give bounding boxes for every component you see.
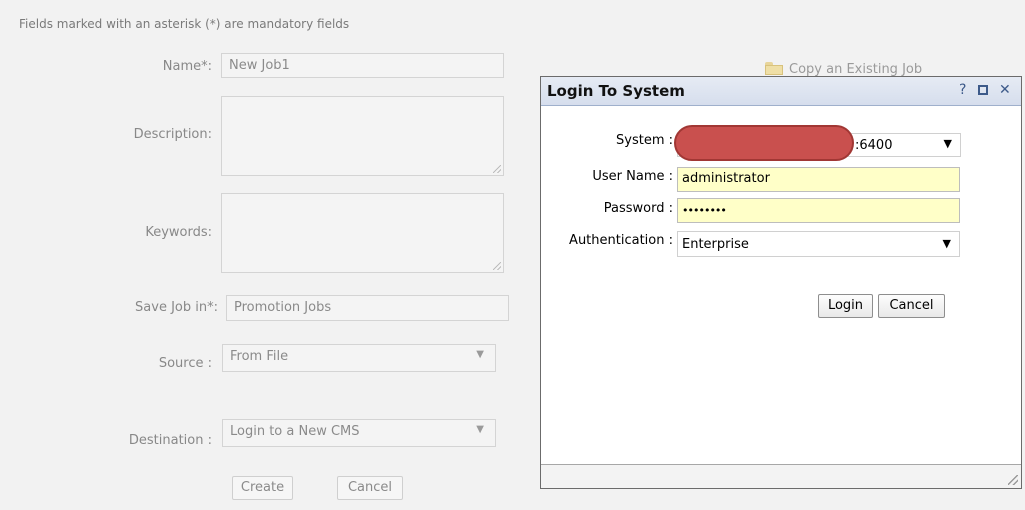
mandatory-fields-note: Fields marked with an asterisk (*) are m… xyxy=(19,17,350,31)
chevron-down-icon: ▼ xyxy=(476,349,484,360)
name-label: Name*: xyxy=(162,59,212,74)
resize-grip-icon[interactable] xyxy=(493,165,501,173)
dialog-cancel-button[interactable]: Cancel xyxy=(878,294,945,318)
create-button[interactable]: Create xyxy=(232,476,293,500)
system-label: System : xyxy=(616,133,673,148)
dialog-title: Login To System xyxy=(547,82,685,100)
source-label: Source : xyxy=(158,356,212,371)
destination-select[interactable]: Login to a New CMS ▼ xyxy=(222,419,496,447)
chevron-down-icon: ▼ xyxy=(943,137,952,150)
chevron-down-icon: ▼ xyxy=(942,237,951,250)
copy-existing-job-link[interactable]: Copy an Existing Job xyxy=(765,62,922,77)
destination-value: Login to a New CMS xyxy=(230,424,360,439)
help-icon[interactable]: ? xyxy=(959,82,966,98)
keywords-label: Keywords: xyxy=(145,225,212,240)
login-button[interactable]: Login xyxy=(818,294,873,318)
source-value: From File xyxy=(230,349,289,364)
redaction-mark xyxy=(674,125,854,161)
username-label: User Name : xyxy=(592,169,673,184)
cancel-button[interactable]: Cancel xyxy=(337,476,403,500)
description-field[interactable] xyxy=(221,96,504,176)
destination-label: Destination : xyxy=(128,433,212,448)
source-select[interactable]: From File ▼ xyxy=(222,344,496,372)
username-field[interactable]: administrator xyxy=(677,167,960,192)
login-dialog: Login To System ? ✕ System : :6400 ▼ Use… xyxy=(540,76,1022,489)
name-field[interactable]: New Job1 xyxy=(221,53,504,78)
folder-icon xyxy=(765,62,783,75)
authentication-select[interactable]: Enterprise ▼ xyxy=(677,231,960,257)
keywords-field[interactable] xyxy=(221,193,504,273)
dialog-footer xyxy=(541,464,1021,488)
resize-grip-icon[interactable] xyxy=(493,262,501,270)
save-job-in-field[interactable]: Promotion Jobs xyxy=(226,295,509,321)
chevron-down-icon: ▼ xyxy=(476,424,484,435)
copy-existing-job-label: Copy an Existing Job xyxy=(789,62,923,77)
dialog-titlebar[interactable]: Login To System ? ✕ xyxy=(541,77,1021,106)
password-label: Password : xyxy=(603,201,673,216)
authentication-value: Enterprise xyxy=(682,237,749,252)
authentication-label: Authentication : xyxy=(569,233,673,248)
description-label: Description: xyxy=(133,127,212,142)
resize-grip-icon[interactable] xyxy=(1008,475,1018,485)
close-icon[interactable]: ✕ xyxy=(999,82,1011,98)
maximize-icon[interactable] xyxy=(978,85,988,95)
save-job-in-label: Save Job in*: xyxy=(135,300,218,315)
password-field[interactable]: •••••••• xyxy=(677,198,960,223)
system-port-value: :6400 xyxy=(855,138,893,153)
